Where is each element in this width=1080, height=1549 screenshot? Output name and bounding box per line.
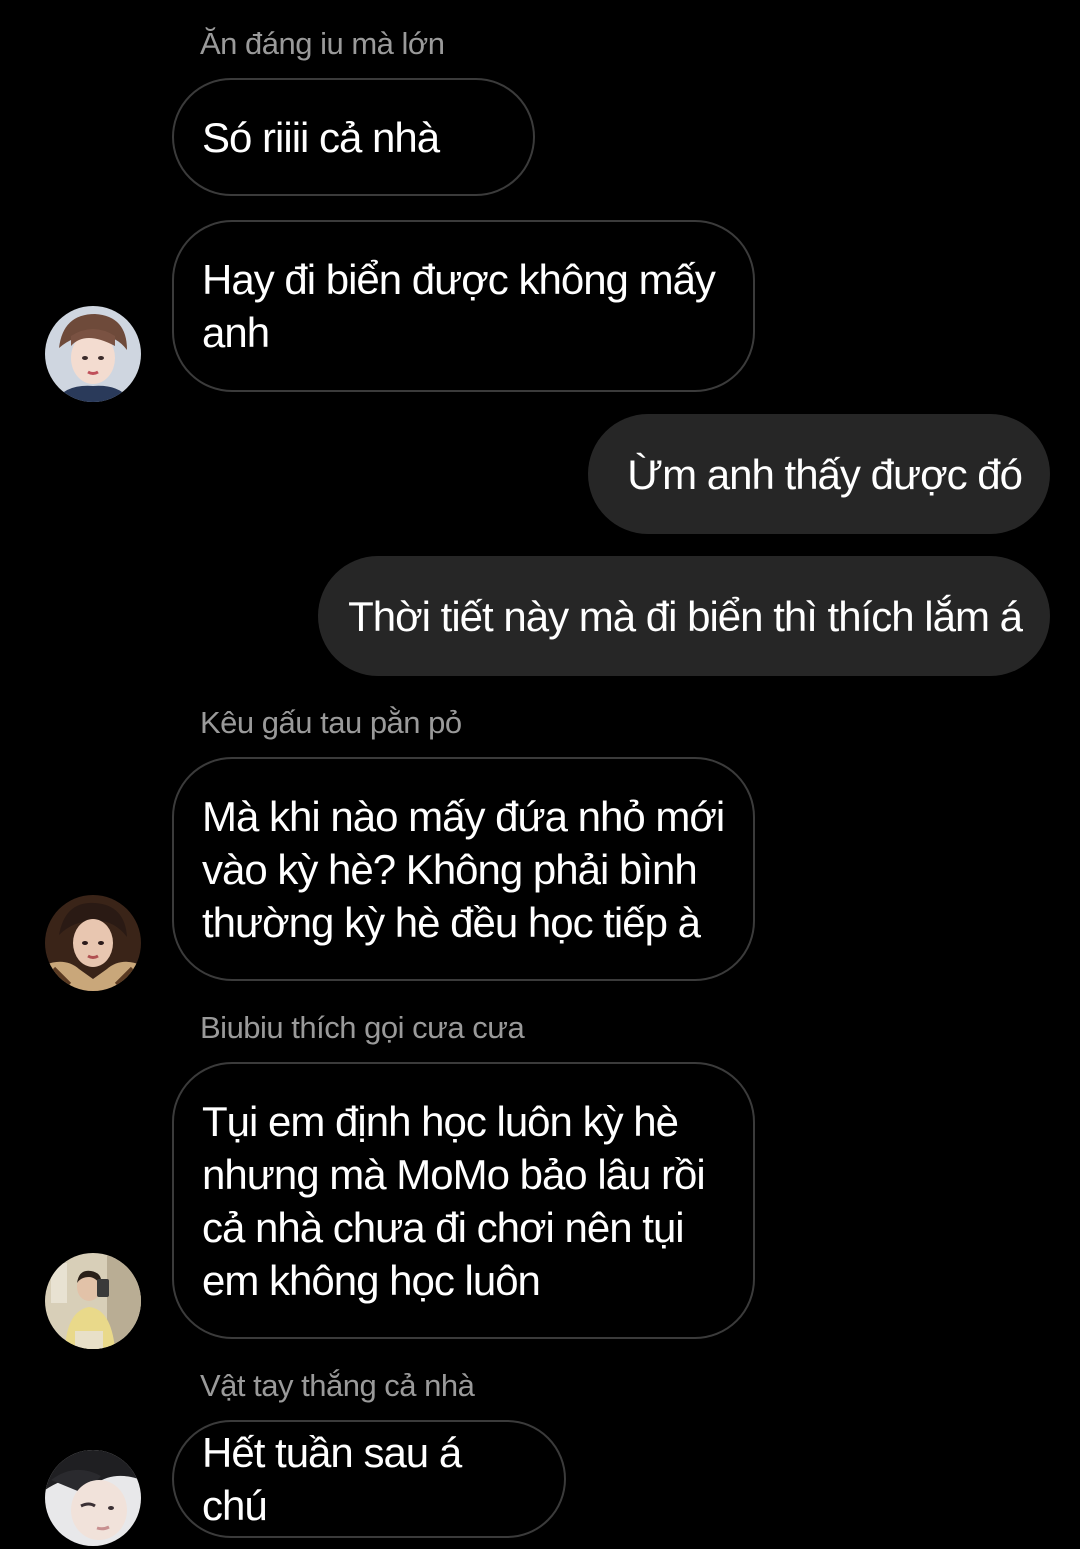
incoming-message-bubble[interactable]: Hay đi biển được không mấy anh: [172, 220, 755, 392]
message-text: Thời tiết này mà đi biển thì thích lắm á: [348, 592, 1023, 640]
chat-thread[interactable]: Ăn đáng iu mà lớn Só riiii cả nhà Hay đi…: [0, 0, 1080, 1549]
incoming-message-bubble[interactable]: Mà khi nào mấy đứa nhỏ mới vào kỳ hè? Kh…: [172, 757, 755, 981]
message-text: Só riiii cả nhà: [202, 113, 440, 161]
avatar[interactable]: [45, 1253, 141, 1349]
outgoing-message-bubble[interactable]: Ừm anh thấy được đó: [588, 414, 1050, 534]
message-text: Mà khi nào mấy đứa nhỏ mới vào kỳ hè? Kh…: [202, 792, 725, 946]
sender-name: Kêu gấu tau pằn pỏ: [200, 705, 462, 740]
sender-name: Biubiu thích gọi cưa cưa: [200, 1010, 525, 1045]
message-text: Hay đi biển được không mấy anh: [202, 256, 716, 356]
sender-name: Vật tay thắng cả nhà: [200, 1368, 475, 1403]
incoming-message-bubble[interactable]: Hết tuần sau á chú: [172, 1420, 566, 1538]
smiling-face-with-sweat-emoji-icon: [449, 113, 503, 266]
sender-name: Ăn đáng iu mà lớn: [200, 26, 445, 61]
incoming-message-bubble[interactable]: Tụi em định học luôn kỳ hè nhưng mà MoMo…: [172, 1062, 755, 1339]
avatar[interactable]: [45, 306, 141, 402]
message-text: Hết tuần sau á chú: [202, 1429, 472, 1529]
outgoing-message-bubble[interactable]: Thời tiết này mà đi biển thì thích lắm á: [318, 556, 1050, 676]
message-text: Ừm anh thấy được đó: [627, 450, 1023, 498]
avatar[interactable]: [45, 895, 141, 991]
avatar[interactable]: [45, 1450, 141, 1546]
incoming-message-bubble[interactable]: Só riiii cả nhà: [172, 78, 535, 266]
message-text: Tụi em định học luôn kỳ hè nhưng mà MoMo…: [202, 1097, 706, 1304]
